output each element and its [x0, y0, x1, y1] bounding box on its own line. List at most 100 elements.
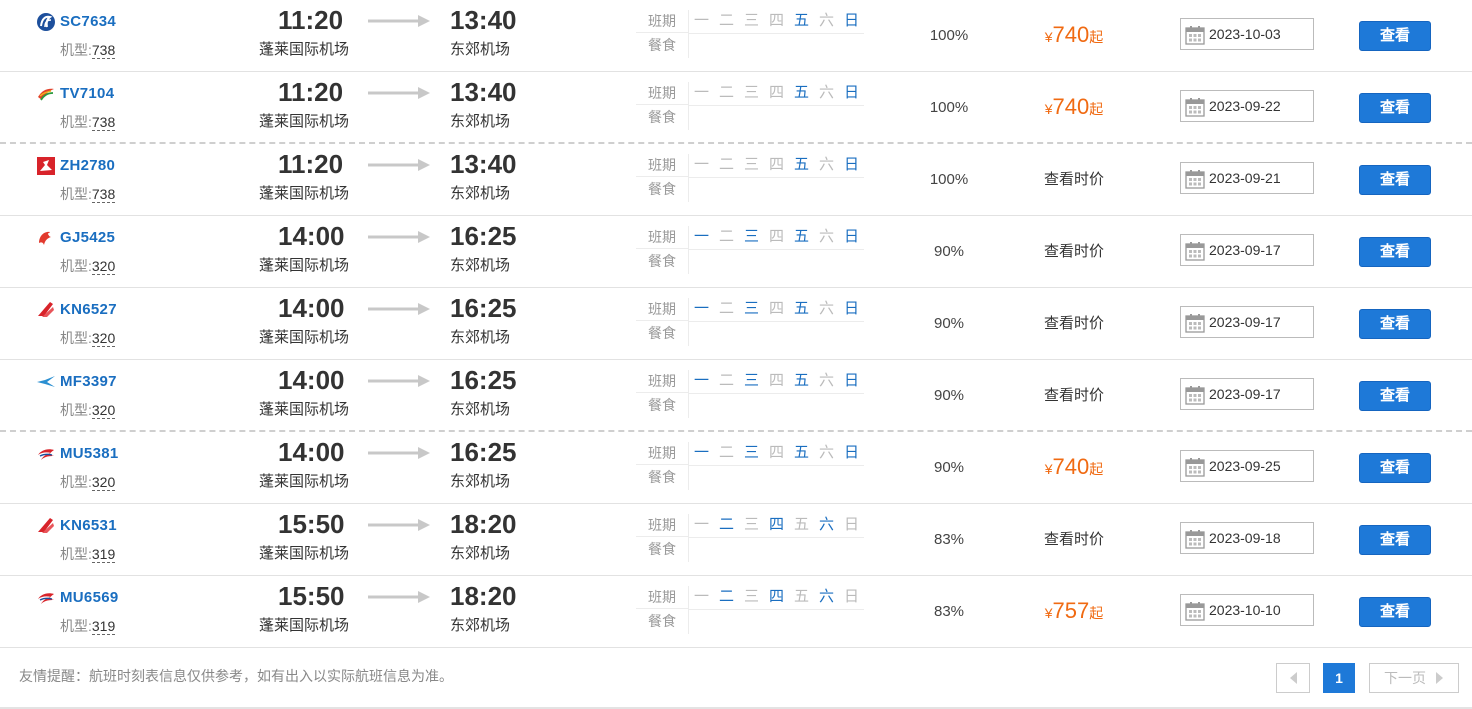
model-value-link[interactable]: 320 — [91, 330, 116, 347]
departure-airport: 蓬莱国际机场 — [259, 617, 350, 634]
china-eastern-logo-icon — [36, 588, 56, 608]
date-picker[interactable] — [1180, 234, 1314, 266]
flight-number-link[interactable]: TV7104 — [60, 84, 114, 104]
on-time-rate: 83% — [933, 603, 965, 620]
date-input[interactable] — [1209, 379, 1309, 409]
departure-airport: 蓬莱国际机场 — [259, 257, 350, 274]
model-value-link[interactable]: 319 — [91, 618, 116, 635]
date-picker[interactable] — [1180, 162, 1314, 194]
schedule-table: 班期 餐食一二三四五六日 — [636, 226, 864, 274]
model-label: 机型: — [60, 186, 92, 202]
date-picker[interactable] — [1180, 18, 1314, 50]
model-value-link[interactable]: 320 — [91, 474, 116, 491]
schedule-table: 班期 餐食一二三四五六日 — [636, 442, 864, 490]
flight-number-link[interactable]: MU5381 — [60, 444, 119, 464]
price[interactable]: ¥740起 — [1018, 450, 1130, 487]
weekday-4: 四 — [768, 372, 784, 389]
weekday-2: 二 — [718, 372, 734, 389]
aircraft-model: 机型:320 — [60, 256, 116, 276]
schedule-table: 班期 餐食一二三四五六日 — [636, 370, 864, 418]
view-button[interactable]: 查看 — [1359, 597, 1431, 627]
view-button[interactable]: 查看 — [1359, 309, 1431, 339]
date-input[interactable] — [1209, 595, 1309, 625]
flight-number-link[interactable]: ZH2780 — [60, 156, 115, 176]
weekday-4: 四 — [768, 84, 784, 101]
date-input[interactable] — [1209, 451, 1309, 481]
date-picker[interactable] — [1180, 450, 1314, 482]
view-button[interactable]: 查看 — [1359, 381, 1431, 411]
date-input[interactable] — [1209, 19, 1309, 49]
weekday-4: 四 — [768, 588, 784, 605]
date-picker[interactable] — [1180, 378, 1314, 410]
date-input[interactable] — [1209, 163, 1309, 193]
arrow-right-icon — [368, 302, 430, 316]
date-picker[interactable] — [1180, 306, 1314, 338]
flight-number-link[interactable]: GJ5425 — [60, 228, 115, 248]
view-button[interactable]: 查看 — [1359, 21, 1431, 51]
on-time-rate: 83% — [933, 531, 965, 548]
model-value-link[interactable]: 738 — [91, 186, 116, 203]
view-price-link[interactable]: 查看时价 — [1018, 529, 1130, 551]
view-button[interactable]: 查看 — [1359, 525, 1431, 555]
model-value-link[interactable]: 738 — [91, 42, 116, 59]
calendar-icon[interactable] — [1185, 601, 1205, 621]
model-value-link[interactable]: 320 — [91, 258, 116, 275]
price[interactable]: ¥740起 — [1018, 90, 1130, 127]
weekday-7: 日 — [843, 372, 859, 389]
calendar-icon[interactable] — [1185, 385, 1205, 405]
view-button[interactable]: 查看 — [1359, 165, 1431, 195]
calendar-icon[interactable] — [1185, 241, 1205, 261]
date-picker[interactable] — [1180, 90, 1314, 122]
price-suffix: 起 — [1089, 461, 1104, 477]
price[interactable]: ¥757起 — [1018, 594, 1130, 631]
flight-number-link[interactable]: KN6527 — [60, 300, 117, 320]
schedule-table: 班期 餐食一二三四五六日 — [636, 82, 864, 130]
weekday-3: 三 — [743, 300, 759, 317]
price[interactable]: ¥740起 — [1018, 18, 1130, 55]
model-value-link[interactable]: 320 — [91, 402, 116, 419]
arrival-time: 13:40 — [450, 149, 517, 179]
calendar-icon[interactable] — [1185, 529, 1205, 549]
view-button[interactable]: 查看 — [1359, 453, 1431, 483]
flight-number-link[interactable]: KN6531 — [60, 516, 117, 536]
date-input[interactable] — [1209, 91, 1309, 121]
meal-label: 餐食 — [648, 325, 676, 341]
view-price-link[interactable]: 查看时价 — [1018, 385, 1130, 407]
date-input[interactable] — [1209, 235, 1309, 265]
arrow-right-icon — [368, 158, 430, 172]
view-price-link[interactable]: 查看时价 — [1018, 241, 1130, 263]
arrival-airport: 东郊机场 — [450, 545, 511, 562]
view-button[interactable]: 查看 — [1359, 93, 1431, 123]
flight-number-link[interactable]: MF3397 — [60, 372, 117, 392]
view-price-link[interactable]: 查看时价 — [1018, 169, 1130, 191]
model-value-link[interactable]: 319 — [91, 546, 116, 563]
weekday-list: 一二三四五六日 — [689, 298, 864, 322]
weekday-1: 一 — [693, 156, 709, 173]
model-value-link[interactable]: 738 — [91, 114, 116, 131]
pager-prev-button[interactable] — [1276, 663, 1310, 693]
weekday-7: 日 — [843, 516, 859, 533]
view-price-link[interactable]: 查看时价 — [1018, 313, 1130, 335]
calendar-icon[interactable] — [1185, 457, 1205, 477]
weekday-1: 一 — [693, 588, 709, 605]
flight-number-link[interactable]: SC7634 — [60, 12, 116, 32]
calendar-icon[interactable] — [1185, 169, 1205, 189]
flight-row: GJ5425 机型:320 14:00 16:25 蓬莱国际机场 东郊机场 班期 餐食一二三四… — [0, 216, 1472, 288]
calendar-icon[interactable] — [1185, 25, 1205, 45]
date-input[interactable] — [1209, 523, 1309, 553]
calendar-icon[interactable] — [1185, 97, 1205, 117]
flight-number-link[interactable]: MU6569 — [60, 588, 119, 608]
pager-next-button[interactable]: 下一页 — [1369, 663, 1459, 693]
view-button[interactable]: 查看 — [1359, 237, 1431, 267]
price-value: 740 — [1052, 94, 1090, 119]
weekday-2: 二 — [718, 444, 734, 461]
model-label: 机型: — [60, 618, 92, 634]
flight-row: MF3397 机型:320 14:00 16:25 蓬莱国际机场 东郊机场 班期 餐食一二三四… — [0, 360, 1472, 432]
date-picker[interactable] — [1180, 594, 1314, 626]
date-input[interactable] — [1209, 307, 1309, 337]
arrival-airport: 东郊机场 — [450, 257, 511, 274]
on-time-rate: 100% — [929, 27, 969, 44]
date-picker[interactable] — [1180, 522, 1314, 554]
pager-current-page[interactable]: 1 — [1323, 663, 1355, 693]
calendar-icon[interactable] — [1185, 313, 1205, 333]
